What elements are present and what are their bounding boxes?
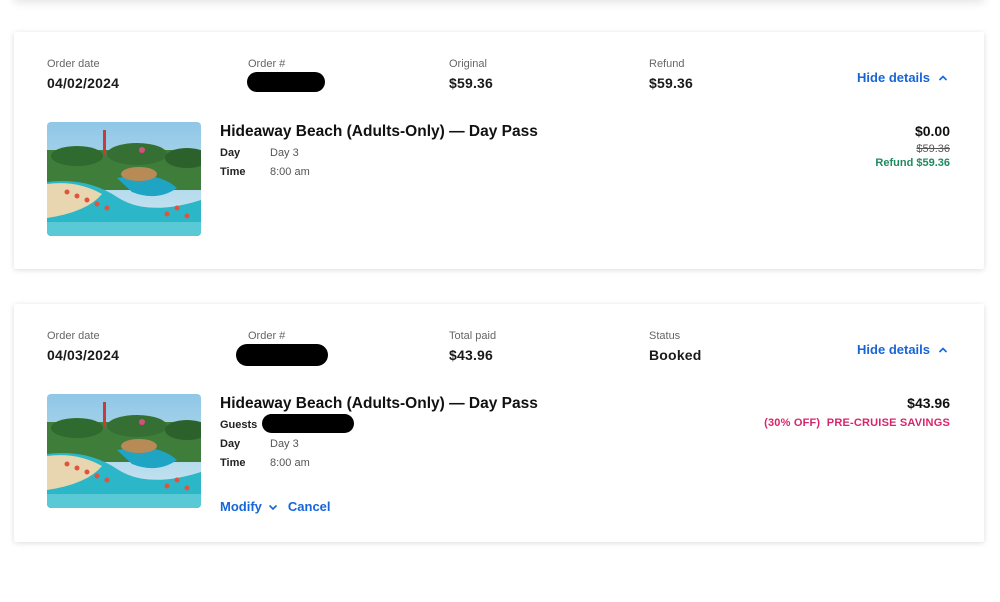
order-date-label: Order date bbox=[47, 330, 100, 342]
order-date-value: 04/03/2024 bbox=[47, 347, 120, 363]
total-paid-value: $43.96 bbox=[449, 347, 494, 363]
refund-block: Refund $59.36 bbox=[649, 58, 693, 91]
time-label: Time bbox=[220, 457, 246, 469]
order-number-block: Order # bbox=[248, 330, 285, 342]
refund-value: $59.36 bbox=[649, 75, 694, 91]
status-block: Status Booked bbox=[649, 330, 702, 363]
day-label: Day bbox=[220, 438, 241, 450]
order-number-redaction bbox=[236, 344, 328, 366]
total-paid-block: Total paid $43.96 bbox=[449, 330, 496, 363]
original-block: Original $59.36 bbox=[449, 58, 493, 91]
order-number-redaction bbox=[247, 72, 325, 92]
order-date-block: Order date 04/03/2024 bbox=[47, 330, 119, 363]
day-value: Day 3 bbox=[270, 147, 299, 159]
time-value: 8:00 am bbox=[270, 166, 310, 178]
day-label: Day bbox=[220, 147, 241, 159]
product-image bbox=[47, 394, 201, 508]
order-card-refunded: Order date 04/02/2024 Order # Original $… bbox=[14, 32, 984, 269]
order-date-label: Order date bbox=[47, 58, 100, 70]
status-value: Booked bbox=[649, 347, 702, 363]
order-date-block: Order date 04/02/2024 bbox=[47, 58, 119, 91]
order-number-label: Order # bbox=[248, 330, 286, 342]
total-paid-label: Total paid bbox=[449, 330, 497, 342]
chevron-down-icon[interactable] bbox=[268, 502, 278, 512]
product-title[interactable]: Hideaway Beach (Adults-Only) — Day Pass bbox=[220, 123, 538, 141]
modify-button[interactable]: Modify bbox=[220, 499, 262, 514]
guests-redaction bbox=[262, 414, 354, 433]
order-number-block: Order # bbox=[248, 58, 285, 70]
time-value: 8:00 am bbox=[270, 457, 310, 469]
detail-day: Day Day 3 bbox=[220, 147, 299, 159]
original-price-strikethrough: $59.36 bbox=[916, 143, 950, 155]
day-value: Day 3 bbox=[270, 438, 299, 450]
time-label: Time bbox=[220, 166, 246, 178]
savings-badge: (30% OFF) PRE-CRUISE SAVINGS bbox=[764, 417, 950, 429]
detail-day: Day Day 3 bbox=[220, 438, 299, 450]
refund-amount: Refund $59.36 bbox=[875, 157, 950, 169]
cancel-button[interactable]: Cancel bbox=[288, 499, 331, 514]
order-number-label: Order # bbox=[248, 58, 286, 70]
price-block: $0.00 $59.36 Refund $59.36 bbox=[875, 123, 950, 169]
current-price: $43.96 bbox=[907, 395, 950, 411]
chevron-up-icon bbox=[938, 346, 948, 353]
product-title[interactable]: Hideaway Beach (Adults-Only) — Day Pass bbox=[220, 395, 538, 413]
current-price: $0.00 bbox=[914, 123, 950, 139]
detail-time: Time 8:00 am bbox=[220, 166, 310, 178]
hide-details-label: Hide details bbox=[857, 70, 930, 85]
hide-details-label: Hide details bbox=[857, 342, 930, 357]
detail-time: Time 8:00 am bbox=[220, 457, 310, 469]
refund-label: Refund bbox=[649, 58, 685, 70]
original-label: Original bbox=[449, 58, 487, 70]
price-block: $43.96 (30% OFF) PRE-CRUISE SAVINGS bbox=[764, 395, 950, 429]
order-actions: Modify Cancel bbox=[220, 499, 331, 514]
hide-details-toggle[interactable]: Hide details bbox=[857, 70, 948, 85]
product-image bbox=[47, 122, 201, 236]
chevron-up-icon bbox=[938, 74, 948, 81]
original-value: $59.36 bbox=[449, 75, 494, 91]
order-date-value: 04/02/2024 bbox=[47, 75, 120, 91]
order-card-booked: Order date 04/03/2024 Order # Total paid… bbox=[14, 304, 984, 542]
hide-details-toggle[interactable]: Hide details bbox=[857, 342, 948, 357]
status-label: Status bbox=[649, 330, 681, 342]
